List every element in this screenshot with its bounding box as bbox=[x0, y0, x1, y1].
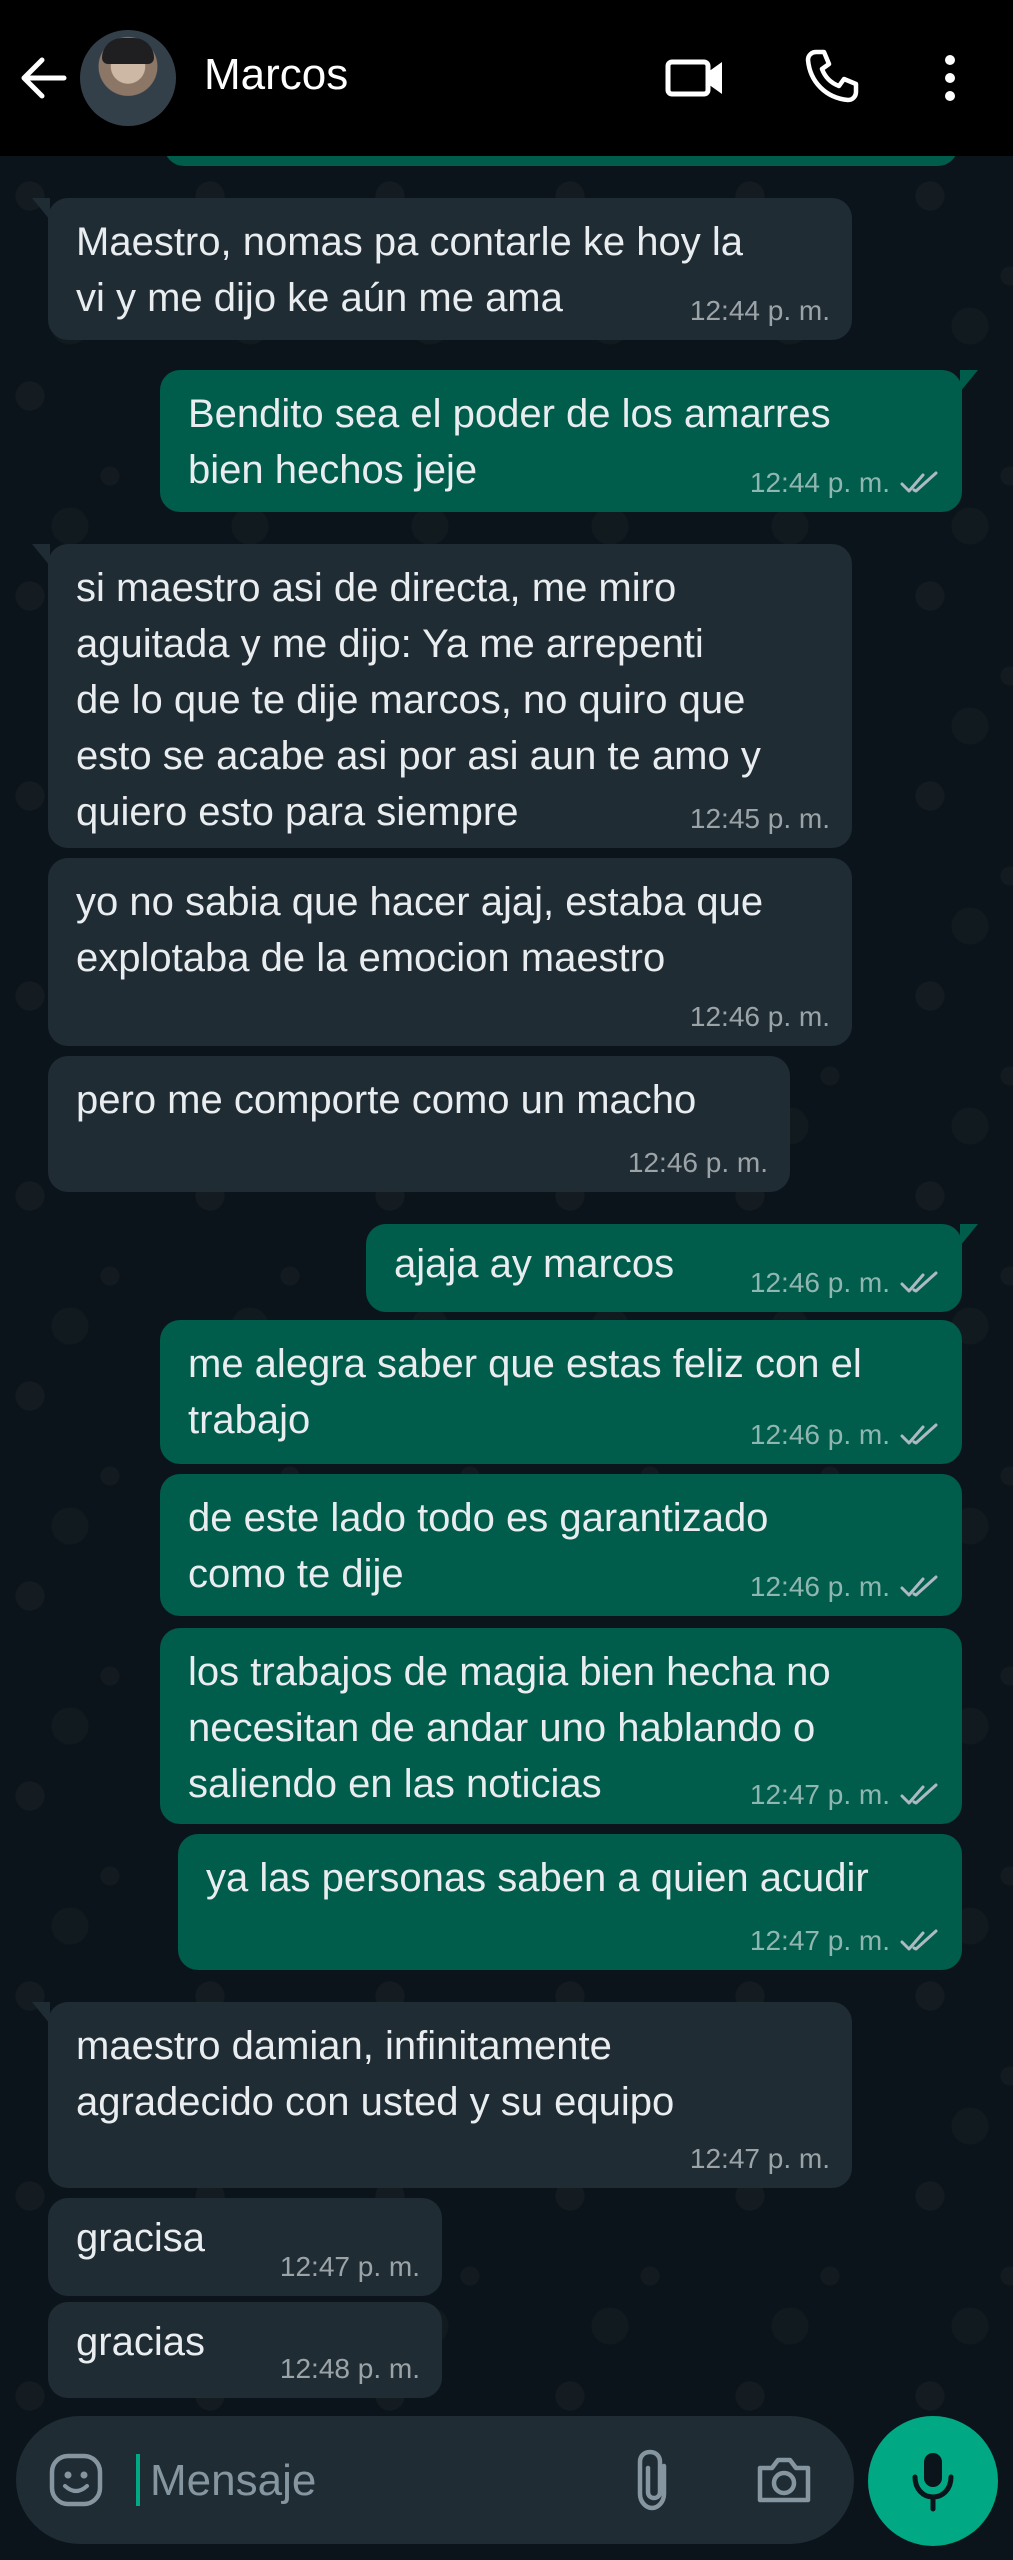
video-call-button[interactable] bbox=[664, 48, 728, 108]
text-cursor bbox=[136, 2454, 140, 2506]
chat-header: Marcos bbox=[0, 0, 1013, 156]
message-bubble-outgoing[interactable]: de este lado todo es garantizado como te… bbox=[160, 1474, 962, 1616]
message-bubble-incoming[interactable]: yo no sabia que hacer ajaj, estaba que e… bbox=[48, 858, 852, 1046]
message-text: pero me comporte como un macho bbox=[76, 1078, 697, 1122]
camera-icon bbox=[757, 2457, 811, 2503]
more-options-button[interactable] bbox=[930, 48, 970, 108]
message-time: 12:44 p. m. bbox=[749, 467, 890, 498]
read-receipt-icon bbox=[900, 1929, 938, 1951]
read-receipt-icon bbox=[900, 1575, 938, 1597]
message-bubble-outgoing[interactable]: me alegra saber que estas feliz con el t… bbox=[160, 1320, 962, 1464]
message-bubble-incoming[interactable]: pero me comporte como un macho 12:46 p. … bbox=[48, 1056, 790, 1192]
message-composer bbox=[16, 2416, 854, 2544]
message-time: 12:48 p. m. bbox=[279, 2353, 420, 2384]
message-meta: 12:46 p. m. bbox=[690, 1000, 830, 1034]
message-meta: 12:44 p. m. bbox=[750, 466, 940, 500]
read-receipt-icon bbox=[900, 1783, 938, 1805]
message-bubble-outgoing[interactable]: ajaja ay marcos 12:46 p. m. bbox=[366, 1224, 978, 1312]
message-meta: 12:47 p. m. bbox=[690, 2142, 830, 2176]
read-receipt-icon bbox=[900, 471, 938, 493]
message-text: si maestro asi de directa, me miro aguit… bbox=[76, 566, 761, 834]
message-text: maestro damian, infinitamente agradecido… bbox=[76, 2024, 675, 2124]
message-meta: 12:45 p. m. bbox=[690, 802, 830, 836]
message-time: 12:46 p. m. bbox=[689, 1001, 830, 1032]
message-input[interactable] bbox=[148, 2446, 592, 2516]
microphone-icon bbox=[912, 2453, 954, 2512]
contact-name[interactable]: Marcos bbox=[204, 50, 348, 100]
message-bubble-incoming[interactable]: gracisa 12:47 p. m. bbox=[48, 2198, 442, 2296]
emoji-icon bbox=[49, 2453, 103, 2507]
read-receipt-icon bbox=[900, 1423, 938, 1445]
message-meta: 12:46 p. m. bbox=[628, 1146, 768, 1180]
message-meta: 12:47 p. m. bbox=[280, 2250, 420, 2284]
message-time: 12:46 p. m. bbox=[749, 1267, 890, 1298]
message-bubble-outgoing[interactable]: los trabajos de magia bien hecha no nece… bbox=[160, 1628, 962, 1824]
avatar[interactable] bbox=[80, 30, 176, 126]
message-bubble-outgoing[interactable]: ya las personas saben a quien acudir 12:… bbox=[178, 1834, 962, 1970]
attach-button[interactable] bbox=[630, 2446, 678, 2514]
message-time: 12:44 p. m. bbox=[689, 295, 830, 326]
emoji-button[interactable] bbox=[46, 2450, 106, 2510]
message-meta: 12:44 p. m. bbox=[690, 294, 830, 328]
message-meta: 12:46 p. m. bbox=[750, 1418, 940, 1452]
video-camera-icon bbox=[665, 59, 722, 97]
message-time: 12:46 p. m. bbox=[749, 1419, 890, 1450]
paperclip-icon bbox=[637, 2449, 667, 2511]
more-vertical-icon bbox=[945, 55, 955, 101]
message-text: yo no sabia que hacer ajaj, estaba que e… bbox=[76, 880, 764, 980]
message-bubble-incoming[interactable]: Maestro, nomas pa contarle ke hoy la vi … bbox=[32, 198, 852, 340]
message-meta: 12:47 p. m. bbox=[750, 1778, 940, 1812]
message-time: 12:47 p. m. bbox=[279, 2251, 420, 2282]
message-bubble-outgoing[interactable]: Bendito sea el poder de los amarres bien… bbox=[160, 370, 978, 512]
message-time: 12:47 p. m. bbox=[749, 1925, 890, 1956]
read-receipt-icon bbox=[900, 1271, 938, 1293]
voice-message-button[interactable] bbox=[868, 2416, 998, 2546]
phone-icon bbox=[805, 49, 859, 103]
message-meta: 12:46 p. m. bbox=[750, 1570, 940, 1604]
camera-button[interactable] bbox=[752, 2450, 816, 2510]
message-time: 12:46 p. m. bbox=[627, 1147, 768, 1178]
message-bubble-incoming[interactable]: maestro damian, infinitamente agradecido… bbox=[32, 2002, 852, 2188]
message-time: 12:45 p. m. bbox=[689, 803, 830, 834]
message-bubble-incoming[interactable]: si maestro asi de directa, me miro aguit… bbox=[32, 544, 852, 848]
message-meta: 12:47 p. m. bbox=[750, 1924, 940, 1958]
message-time: 12:47 p. m. bbox=[689, 2143, 830, 2174]
back-button[interactable] bbox=[16, 50, 72, 106]
message-time: 12:46 p. m. bbox=[749, 1571, 890, 1602]
voice-call-button[interactable] bbox=[802, 46, 862, 106]
message-text: ya las personas saben a quien acudir bbox=[206, 1856, 869, 1900]
arrow-left-icon bbox=[21, 57, 67, 99]
message-time: 12:47 p. m. bbox=[749, 1779, 890, 1810]
message-meta: 12:48 p. m. bbox=[280, 2352, 420, 2386]
message-meta: 12:46 p. m. bbox=[750, 1266, 940, 1300]
message-bubble-incoming[interactable]: gracias 12:48 p. m. bbox=[48, 2302, 442, 2398]
